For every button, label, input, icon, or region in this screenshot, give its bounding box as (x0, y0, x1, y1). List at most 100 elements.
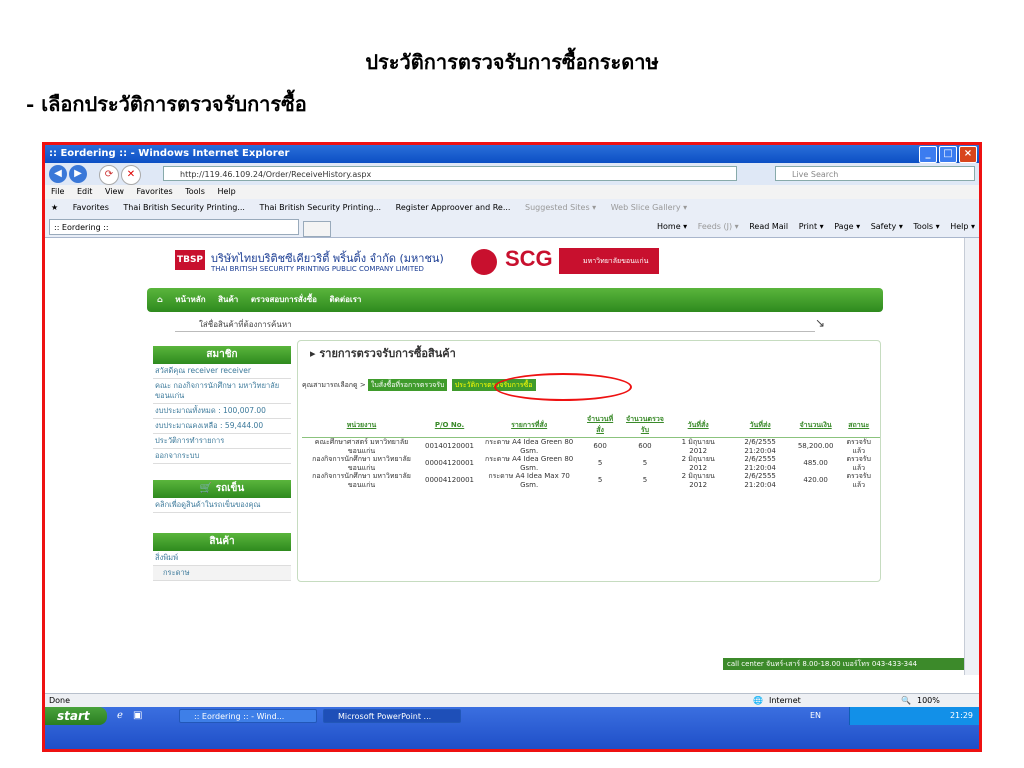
page-button[interactable]: Page ▾ (834, 222, 860, 231)
command-bar: Home ▾ Feeds (J) ▾ Read Mail Print ▾ Pag… (649, 217, 975, 237)
cell-qty-ordered: 600 (593, 442, 607, 451)
menu-bar: File Edit View Favorites Tools Help (45, 185, 979, 199)
nav-products[interactable]: สินค้า (218, 295, 238, 304)
feeds-button[interactable]: Feeds (J) ▾ (698, 222, 739, 231)
cell-amount: 420.00 (803, 476, 828, 485)
cell-qty-ordered: 5 (597, 476, 603, 485)
quicklaunch-show-desktop-icon[interactable]: ▣ (133, 710, 142, 721)
cell-status: ตรวจรับแล้ว (846, 455, 871, 472)
col-header[interactable]: จำนวนเงิน (793, 413, 838, 438)
forward-icon[interactable]: ▶ (69, 165, 87, 183)
fav-link[interactable]: Register Approover and Re... (396, 203, 511, 212)
new-tab-button[interactable] (303, 221, 331, 237)
status-text: Done (49, 696, 71, 705)
fav-link[interactable]: Thai British Security Printing... (260, 203, 382, 212)
stop-icon[interactable]: ✕ (121, 165, 141, 185)
col-header[interactable]: จำนวนที่สั่ง (580, 413, 620, 438)
cell-po: 00004120001 (425, 459, 475, 468)
taskbar-item-ie[interactable]: :: Eordering :: - Wind... (179, 709, 317, 723)
cell-amount: 485.00 (803, 459, 828, 468)
zoom-icon[interactable]: 🔍 (901, 694, 911, 708)
tab-eordering[interactable]: :: Eordering :: (49, 219, 299, 235)
menu-edit[interactable]: Edit (77, 187, 93, 196)
scg-logo: SCG (505, 246, 553, 271)
read-mail-button[interactable]: Read Mail (749, 222, 788, 231)
minimize-button[interactable]: _ (919, 146, 937, 163)
home-icon[interactable]: ⌂ (157, 295, 163, 304)
col-header[interactable]: หน่วยงาน (302, 413, 422, 438)
product-search-input[interactable]: ใส่ชื่อสินค้าที่ต้องการค้นหา (175, 318, 815, 332)
url-input[interactable]: http://119.46.109.24/Order/ReceiveHistor… (163, 166, 737, 181)
taskbar-item-powerpoint[interactable]: Microsoft PowerPoint ... (323, 709, 461, 723)
window-titlebar[interactable]: :: Eordering :: - Windows Internet Explo… (45, 145, 979, 163)
back-icon[interactable]: ◀ (49, 165, 67, 183)
zoom-level[interactable]: 100% (917, 694, 940, 708)
menu-favorites[interactable]: Favorites (137, 187, 173, 196)
col-header[interactable]: วันที่ส่ง (726, 413, 794, 438)
sidebar-item-history[interactable]: ประวัติการทำรายการ (153, 434, 291, 449)
sidebar-item-printing[interactable]: สิ่งพิมพ์ (153, 551, 291, 566)
cart-icon: 🛒 (199, 483, 213, 494)
cart-title: รถเข็น (215, 483, 245, 494)
sidebar-item-paper[interactable]: กระดาษ (153, 566, 291, 581)
cell-order-date: 2 มิถุนายน 2012 (681, 455, 715, 472)
tbsp-logo: TBSP (175, 250, 205, 270)
cell-item: กระดาษ A4 Idea Green 80 Gsm. (485, 455, 574, 472)
vertical-scrollbar[interactable] (964, 238, 979, 675)
main-title-text: รายการตรวจรับการซื้อสินค้า (319, 347, 456, 360)
ie-window-frame: :: Eordering :: - Windows Internet Explo… (42, 142, 982, 752)
col-header[interactable]: สถานะ (837, 413, 880, 438)
start-button[interactable]: start (45, 707, 107, 725)
search-icon[interactable]: ↘ (815, 316, 825, 330)
receive-history-table: หน่วยงาน P/O No. รายการที่สั่ง จำนวนที่ส… (302, 413, 880, 489)
page-content: TBSP บริษัทไทยบริติชซีเคียวริตี้ พริ้นติ… (45, 238, 965, 670)
safety-button[interactable]: Safety ▾ (871, 222, 903, 231)
cell-department: คณะศึกษาศาสตร์ มหาวิทยาลัยขอนแก่น (314, 438, 409, 455)
table-row: กองกิจการนักศึกษา มหาวิทยาลัยขอนแก่น 000… (302, 472, 880, 489)
tab-bar: :: Eordering :: Home ▾ Feeds (J) ▾ Read … (45, 217, 979, 238)
menu-tools[interactable]: Tools (185, 187, 205, 196)
cell-status: ตรวจรับแล้ว (846, 438, 871, 455)
help-button[interactable]: Help ▾ (950, 222, 975, 231)
system-tray: EN 21:29 (810, 707, 979, 725)
sidebar-item-view-cart[interactable]: คลิกเพื่อดูสินค้าในรถเข็นของคุณ (153, 498, 291, 513)
cell-item: กระดาษ A4 Idea Green 80 Gsm. (485, 438, 574, 455)
maximize-button[interactable]: □ (939, 146, 957, 163)
nav-contact[interactable]: ติดต่อเรา (329, 295, 361, 304)
menu-help[interactable]: Help (217, 187, 235, 196)
language-indicator[interactable]: EN (810, 707, 821, 725)
favorites-button[interactable]: Favorites (73, 203, 109, 212)
cell-order-date: 1 มิถุนายน 2012 (681, 438, 715, 455)
col-header[interactable]: P/O No. (421, 413, 479, 438)
live-search-input[interactable]: Live Search (775, 166, 975, 181)
cell-po: 00140120001 (425, 442, 475, 451)
home-button[interactable]: Home ▾ (657, 222, 687, 231)
fav-link[interactable]: Suggested Sites ▾ (525, 203, 596, 212)
refresh-icon[interactable]: ⟳ (99, 165, 119, 185)
cell-qty-ordered: 5 (597, 459, 603, 468)
nav-home[interactable]: หน้าหลัก (175, 295, 205, 304)
main-title: ▸ รายการตรวจรับการซื้อสินค้า (310, 347, 456, 360)
table-row: คณะศึกษาศาสตร์ มหาวิทยาลัยขอนแก่น 001401… (302, 438, 880, 456)
quicklaunch-ie-icon[interactable]: ℯ (117, 710, 123, 721)
col-header[interactable]: จำนวนตรวจรับ (619, 413, 670, 438)
nav-check-orders[interactable]: ตรวจสอบการสั่งซื้อ (251, 295, 317, 304)
highlight-ellipse (494, 373, 632, 401)
sidebar: สมาชิก สวัสดีคุณ receiver receiver คณะ ก… (153, 346, 291, 581)
fav-link[interactable]: Web Slice Gallery ▾ (611, 203, 687, 212)
close-button[interactable]: × (959, 146, 977, 163)
tools-button[interactable]: Tools ▾ (913, 222, 939, 231)
print-button[interactable]: Print ▾ (799, 222, 824, 231)
sidebar-item-logout[interactable]: ออกจากระบบ (153, 449, 291, 464)
favorites-star-icon[interactable]: ★ (51, 203, 58, 212)
menu-view[interactable]: View (105, 187, 124, 196)
site-nav: ⌂ หน้าหลัก สินค้า ตรวจสอบการสั่งซื้อ ติด… (147, 288, 883, 312)
cell-amount: 58,200.00 (797, 442, 834, 451)
fav-link[interactable]: Thai British Security Printing... (123, 203, 245, 212)
breadcrumb-pending-link[interactable]: ใบสั่งซื้อที่รอการตรวจรับ (367, 379, 448, 391)
col-header[interactable]: วันที่สั่ง (669, 413, 727, 438)
site-banner: TBSP บริษัทไทยบริติชซีเคียวริตี้ พริ้นติ… (175, 244, 675, 286)
cell-po: 00004120001 (425, 476, 475, 485)
menu-file[interactable]: File (51, 187, 64, 196)
col-header[interactable]: รายการที่สั่ง (478, 413, 581, 438)
